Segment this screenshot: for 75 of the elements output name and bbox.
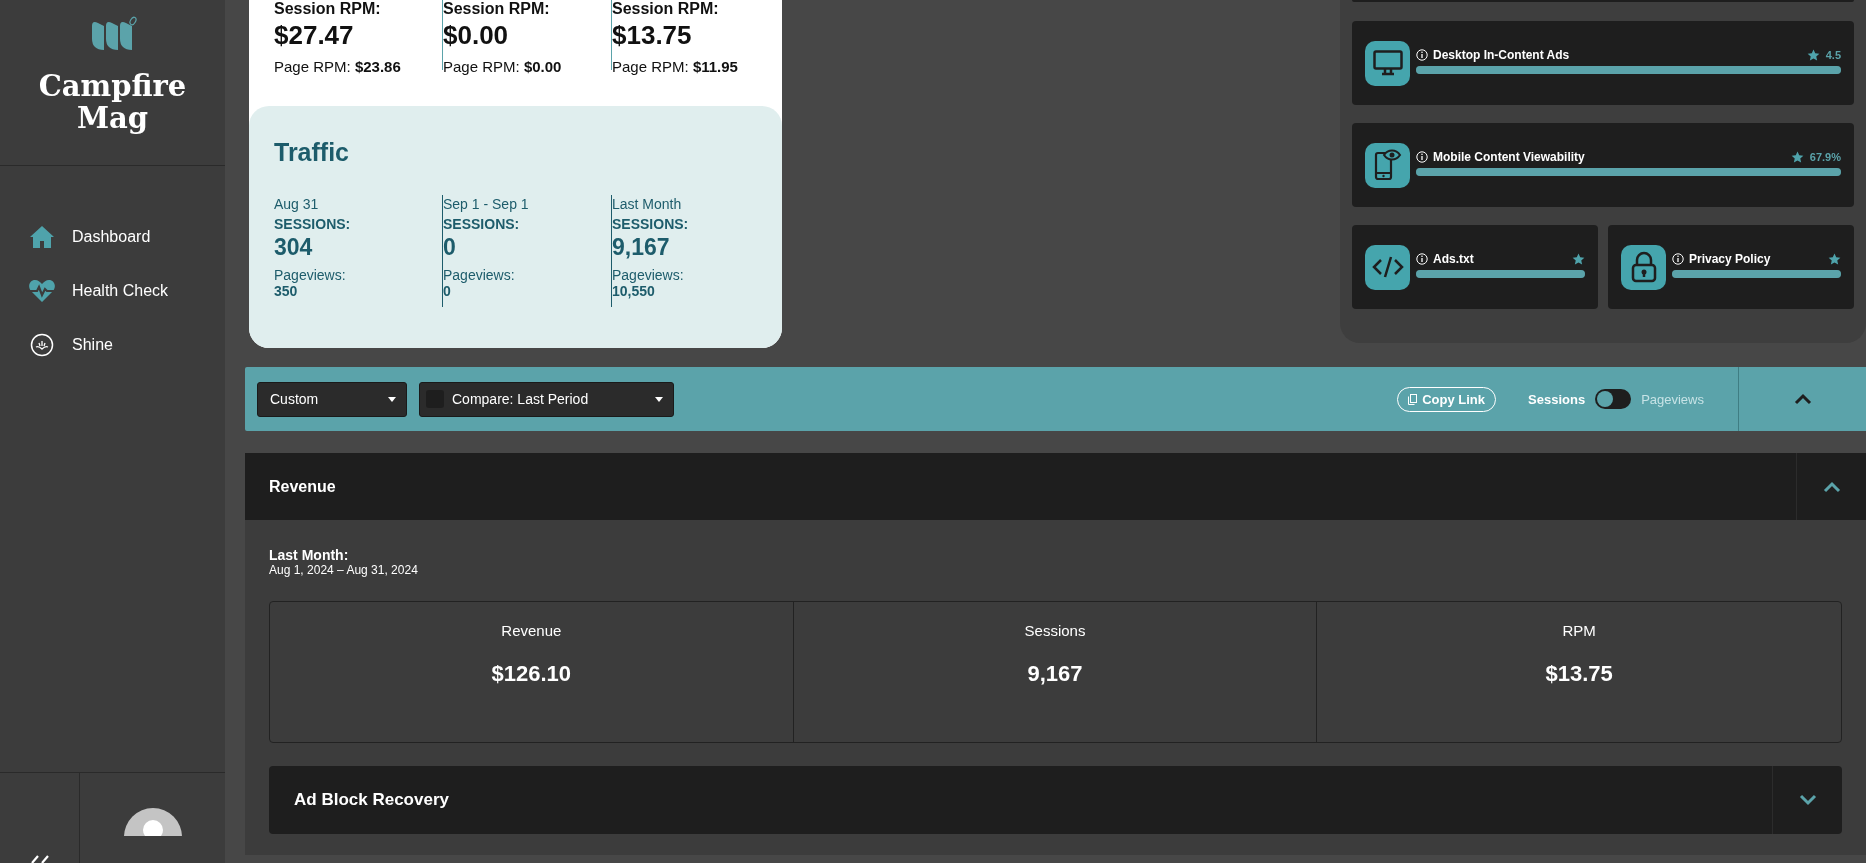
health-title: Desktop In-Content Ads xyxy=(1433,48,1571,62)
health-card[interactable]: Mobile Content Viewability 67.9% xyxy=(1352,123,1854,207)
sessions-value: 304 xyxy=(274,235,314,259)
shine-icon xyxy=(30,333,54,357)
pageviews-value: 10,550 xyxy=(612,283,656,300)
stat-label: Revenue xyxy=(501,622,562,639)
toggle-knob[interactable] xyxy=(1597,391,1614,407)
info-icon[interactable] xyxy=(1416,49,1428,61)
health-title: Ads.txt xyxy=(1433,252,1475,266)
health-card[interactable]: Ads.txt xyxy=(1352,225,1598,309)
page-rpm: Page RPM: $23.86 xyxy=(274,57,402,77)
period-label: Sep 1 - Sep 1 xyxy=(443,195,530,213)
stat-value: 9,167 xyxy=(1027,661,1083,687)
chevron-up-icon xyxy=(1793,393,1812,405)
star-icon xyxy=(1828,252,1841,266)
traffic-title: Traffic xyxy=(274,138,351,167)
rpm-value: $27.47 xyxy=(274,19,355,52)
star-icon xyxy=(1572,252,1585,266)
star-icon xyxy=(1790,150,1804,164)
rpm-value: $0.00 xyxy=(443,19,510,52)
page-rpm: Page RPM: $11.95 xyxy=(612,57,739,77)
section-title: Revenue xyxy=(269,477,336,496)
period-label: Aug 31 xyxy=(274,195,320,213)
monitor-icon xyxy=(1365,40,1410,86)
pageviews-label: Pageviews: xyxy=(274,267,347,283)
info-icon[interactable] xyxy=(1416,151,1428,163)
phone-icon xyxy=(1365,142,1410,188)
health-score: 67.9% xyxy=(1809,151,1841,163)
range-dropdown[interactable]: Custom xyxy=(257,381,407,417)
avatar-icon[interactable] xyxy=(123,808,182,836)
section-title: Ad Block Recovery xyxy=(294,790,449,810)
period-label: Last Month xyxy=(612,195,683,213)
health-score: 4.5 xyxy=(1825,49,1841,61)
home-icon xyxy=(29,225,55,249)
heartbeat-icon xyxy=(28,279,56,303)
pageviews-label: Pageviews: xyxy=(443,267,516,283)
sessions-value: 9,167 xyxy=(612,235,671,259)
pageviews-label: Pageviews: xyxy=(612,267,685,283)
period-range: Aug 1, 2024 – Aug 31, 2024 xyxy=(269,562,419,578)
info-icon[interactable] xyxy=(1672,253,1684,265)
chevron-up-icon xyxy=(1822,480,1841,493)
copy-icon xyxy=(1408,393,1418,405)
info-icon[interactable] xyxy=(1416,253,1428,265)
sessions-label: SESSIONS: xyxy=(443,215,521,234)
stat-label: RPM xyxy=(1562,622,1596,639)
code-icon xyxy=(1365,244,1410,290)
nav-item[interactable]: Dashboard xyxy=(24,223,155,251)
rpm-value: $13.75 xyxy=(612,19,693,52)
caret-icon xyxy=(388,396,396,402)
health-card[interactable]: Desktop In-Content Ads 4.5 xyxy=(1352,21,1854,105)
rpm-label: Session RPM: xyxy=(274,0,382,18)
chevron-down-icon xyxy=(1798,794,1817,806)
compare-dropdown[interactable]: Compare: Last Period xyxy=(419,381,674,417)
sessions-label: SESSIONS: xyxy=(274,215,352,234)
stat-value: $13.75 xyxy=(1545,661,1613,687)
sessions-label: SESSIONS: xyxy=(612,215,690,234)
page-rpm: Page RPM: $0.00 xyxy=(443,57,563,77)
metric-toggle[interactable] xyxy=(1595,389,1632,409)
health-card[interactable]: Privacy Policy xyxy=(1608,225,1854,309)
rpm-label: Session RPM: xyxy=(443,0,551,18)
nav-item[interactable]: Health Check xyxy=(24,277,173,305)
health-title: Privacy Policy xyxy=(1689,252,1772,266)
rpm-label: Session RPM: xyxy=(612,0,720,18)
period-label: Last Month: xyxy=(269,548,350,562)
stat-value: $126.10 xyxy=(491,661,572,687)
stat-label: Sessions xyxy=(1024,622,1086,639)
star-icon xyxy=(1806,48,1820,62)
brand-name: Campfire Mag xyxy=(37,70,188,134)
pageviews-value: 0 xyxy=(443,283,452,300)
sessions-value: 0 xyxy=(443,235,457,259)
pageviews-value: 350 xyxy=(274,283,299,300)
caret-icon xyxy=(655,396,663,402)
health-title: Mobile Content Viewability xyxy=(1433,150,1586,164)
nav-item[interactable]: Shine xyxy=(24,331,117,359)
lock-icon xyxy=(1621,244,1666,290)
